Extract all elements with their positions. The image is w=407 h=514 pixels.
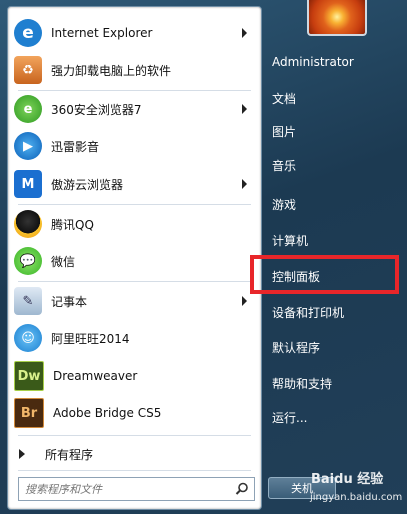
menu-item-wechat[interactable]: 💬 微信 <box>10 243 259 279</box>
right-item-user[interactable]: Administrator <box>262 48 397 76</box>
menu-item-aliwangwang[interactable]: ☺ 阿里旺旺2014 <box>10 320 259 356</box>
right-item-label: 游戏 <box>272 197 297 212</box>
menu-item-adobe-bridge[interactable]: Br Adobe Bridge CS5 <box>10 395 259 431</box>
user-name: Administrator <box>272 55 354 69</box>
submenu-arrow-icon <box>242 179 247 189</box>
menu-item-label: 记事本 <box>51 294 88 309</box>
adobe-bridge-icon: Br <box>14 398 44 428</box>
separator <box>18 281 251 282</box>
menu-item-label: 迅雷影音 <box>51 139 100 154</box>
highlight-box <box>250 255 399 294</box>
menu-item-label: Internet Explorer <box>51 26 153 40</box>
search-icon[interactable] <box>235 482 249 496</box>
menu-item-internet-explorer[interactable]: e Internet Explorer <box>10 15 259 51</box>
submenu-arrow-icon <box>242 296 247 306</box>
separator <box>18 470 251 471</box>
right-item-label: 音乐 <box>272 158 297 173</box>
right-item-label: 图片 <box>272 124 297 139</box>
wechat-icon: 💬 <box>14 247 42 275</box>
right-item-label: 帮助和支持 <box>272 376 333 391</box>
right-item-label: 运行... <box>272 410 308 425</box>
all-programs-button[interactable]: 所有程序 <box>10 440 259 468</box>
search-input[interactable] <box>23 481 227 497</box>
menu-item-dreamweaver[interactable]: Dw Dreamweaver <box>10 358 259 394</box>
right-item-default-programs[interactable]: 默认程序 <box>262 333 397 361</box>
maxthon-icon: M <box>14 170 42 198</box>
xunlei-player-icon: ▶ <box>14 132 42 160</box>
separator <box>18 435 251 436</box>
right-item-label: 设备和打印机 <box>272 305 345 320</box>
start-menu: e Internet Explorer ♻ 强力卸载电脑上的软件 e 360安全… <box>0 0 407 514</box>
right-item-help-support[interactable]: 帮助和支持 <box>262 369 397 397</box>
menu-item-label: Dreamweaver <box>53 369 138 383</box>
right-item-computer[interactable]: 计算机 <box>262 226 397 254</box>
internet-explorer-icon: e <box>14 19 42 47</box>
notepad-icon: ✎ <box>14 287 42 315</box>
right-item-games[interactable]: 游戏 <box>262 190 397 218</box>
menu-item-xunlei-player[interactable]: ▶ 迅雷影音 <box>10 128 259 164</box>
right-item-devices-printers[interactable]: 设备和打印机 <box>262 298 397 326</box>
submenu-arrow-icon <box>242 28 247 38</box>
menu-item-uninstaller[interactable]: ♻ 强力卸载电脑上的软件 <box>10 52 259 88</box>
all-programs-label: 所有程序 <box>45 447 94 462</box>
right-item-run[interactable]: 运行... <box>262 403 397 431</box>
menu-item-notepad[interactable]: ✎ 记事本 <box>10 283 259 319</box>
menu-item-label: 阿里旺旺2014 <box>51 331 130 346</box>
menu-item-label: 傲游云浏览器 <box>51 177 124 192</box>
menu-item-maxthon[interactable]: M 傲游云浏览器 <box>10 166 259 202</box>
menu-item-360-browser[interactable]: e 360安全浏览器7 <box>10 91 259 127</box>
user-avatar[interactable] <box>307 0 367 36</box>
dreamweaver-icon: Dw <box>14 361 44 391</box>
right-item-label: 计算机 <box>272 233 309 248</box>
right-item-pictures[interactable]: 图片 <box>262 117 397 145</box>
watermark-url: jingyan.baidu.com <box>310 492 403 503</box>
start-menu-programs-panel: e Internet Explorer ♻ 强力卸载电脑上的软件 e 360安全… <box>7 6 262 510</box>
right-item-label: 文档 <box>272 91 297 106</box>
search-box[interactable] <box>18 477 255 501</box>
menu-item-label: 强力卸载电脑上的软件 <box>51 63 172 78</box>
expand-arrow-icon <box>19 449 25 459</box>
right-item-music[interactable]: 音乐 <box>262 151 397 179</box>
menu-item-label: 腾讯QQ <box>51 217 94 232</box>
uninstaller-icon: ♻ <box>14 56 42 84</box>
watermark-logo: Baidu 经验 <box>311 472 384 487</box>
qq-icon <box>14 210 42 238</box>
separator <box>18 204 251 205</box>
menu-item-label: Adobe Bridge CS5 <box>53 406 162 420</box>
submenu-arrow-icon <box>242 104 247 114</box>
360-browser-icon: e <box>14 95 42 123</box>
aliwangwang-icon: ☺ <box>14 324 42 352</box>
menu-item-label: 360安全浏览器7 <box>51 102 142 117</box>
right-item-documents[interactable]: 文档 <box>262 84 397 112</box>
right-item-label: 默认程序 <box>272 340 321 355</box>
menu-item-label: 微信 <box>51 254 76 269</box>
menu-item-qq[interactable]: 腾讯QQ <box>10 206 259 242</box>
